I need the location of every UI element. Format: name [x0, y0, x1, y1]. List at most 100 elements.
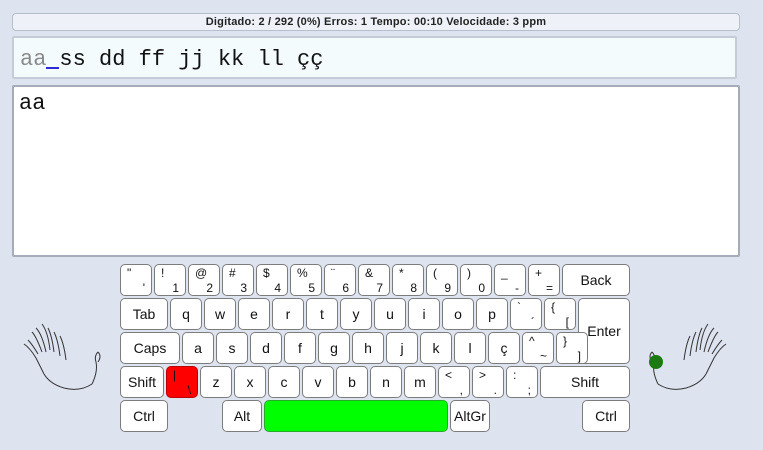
key-q-label: q [182, 306, 190, 322]
left-hand-icon [23, 323, 101, 390]
key-row1-5[interactable]: % 5 [290, 264, 322, 296]
key-row1-6[interactable]: ¨ 6 [324, 264, 356, 296]
key-row3-2[interactable]: d [250, 332, 282, 364]
key-row1-1-bottom-label: 1 [172, 281, 179, 295]
key-c-label: c [280, 374, 288, 390]
tab-key[interactable]: Tab [120, 298, 168, 330]
key-row1-12-bottom-label: = [545, 281, 553, 295]
key-row1-4[interactable]: $4 [256, 264, 288, 296]
key-row3-5-label: h [364, 340, 372, 356]
key-z-label: z [212, 374, 220, 390]
key-row1-8-bottom-label: 8 [410, 281, 417, 295]
key-row1-0[interactable]: " ' [120, 264, 152, 296]
key-e[interactable]: e [238, 298, 270, 330]
status-bar: Digitado: 2 / 292 (0%) Erros: 1 Tempo: 0… [12, 13, 740, 31]
key-row3-3[interactable]: f [284, 332, 316, 364]
key-row1-12[interactable]: + = [528, 264, 560, 296]
key-row3-2-label: d [262, 340, 270, 356]
key-row1-8-top-label: * [399, 266, 404, 280]
key-b-label: b [348, 374, 356, 390]
space-key[interactable] [264, 400, 448, 432]
key-row1-3-bottom-label: 3 [240, 281, 247, 295]
key-row1-2[interactable]: @2 [188, 264, 220, 296]
key-row2b-1[interactable]: {[ [544, 298, 576, 330]
key-row2b-0-top-label: ` [517, 300, 521, 314]
key-n[interactable]: n [370, 366, 402, 398]
alt-key-label: Alt [233, 408, 251, 424]
key-row3-6[interactable]: j [386, 332, 418, 364]
backspace-key[interactable]: Back [562, 264, 630, 296]
key-row3-4[interactable]: g [318, 332, 350, 364]
key-row1-1[interactable]: ! 1 [154, 264, 186, 296]
key-row1-8[interactable]: * 8 [392, 264, 424, 296]
lesson-text: aa ss dd ff jj kk ll çç [12, 36, 737, 79]
key-row1-7[interactable]: & 7 [358, 264, 390, 296]
key-row3-3-label: f [298, 340, 302, 356]
key-row3-4-label: g [330, 340, 338, 356]
key-row4b-2[interactable]: :; [506, 366, 538, 398]
key-y[interactable]: y [340, 298, 372, 330]
ctrl-right-key[interactable]: Ctrl [582, 400, 630, 432]
key-row3b-0-top-label: ^ [529, 334, 535, 348]
key-row3b-0-bottom-label: ~ [539, 349, 547, 363]
key-x[interactable]: x [234, 366, 266, 398]
key-b[interactable]: b [336, 366, 368, 398]
key-v[interactable]: v [302, 366, 334, 398]
key-p[interactable]: p [476, 298, 508, 330]
caps-key[interactable]: Caps [120, 332, 180, 364]
key-q[interactable]: q [170, 298, 202, 330]
key-row3-1[interactable]: s [216, 332, 248, 364]
shift-left-key[interactable]: Shift [120, 366, 164, 398]
key-row1-9[interactable]: (9 [426, 264, 458, 296]
key-row1-5-top-label: % [297, 266, 308, 280]
key-row3b-1-bottom-label: ] [577, 349, 581, 363]
key-row1-7-top-label: & [365, 266, 374, 280]
key-z[interactable]: z [200, 366, 232, 398]
key-i-label: i [422, 306, 426, 322]
key-row1-9-bottom-label: 9 [444, 281, 451, 295]
key-row1-11[interactable]: _ - [494, 264, 526, 296]
key-row3-7[interactable]: k [420, 332, 452, 364]
key-row2b-0-bottom-label: ´ [531, 315, 535, 329]
key-c[interactable]: c [268, 366, 300, 398]
key-o[interactable]: o [442, 298, 474, 330]
key-row4b-1[interactable]: >. [472, 366, 504, 398]
key-row3-7-label: k [432, 340, 440, 356]
key-u[interactable]: u [374, 298, 406, 330]
key-u-label: u [386, 306, 394, 322]
key-w[interactable]: w [204, 298, 236, 330]
key-row3-0[interactable]: a [182, 332, 214, 364]
alt-key[interactable]: Alt [222, 400, 262, 432]
key-row3-1-label: s [228, 340, 236, 356]
key-row2b-0[interactable]: ` ´ [510, 298, 542, 330]
shift-left-key-label: Shift [127, 374, 156, 390]
key-row1-2-top-label: @ [195, 266, 208, 280]
key-row3-9[interactable]: ç [488, 332, 520, 364]
key-row1-6-bottom-label: 6 [342, 281, 349, 295]
key-w-label: w [214, 306, 226, 322]
key-i[interactable]: i [408, 298, 440, 330]
key-row4b-0[interactable]: <, [438, 366, 470, 398]
key-m[interactable]: m [404, 366, 436, 398]
key-row3-8[interactable]: l [454, 332, 486, 364]
key-row3-8-label: l [468, 340, 472, 356]
key-x-label: x [246, 374, 254, 390]
key-row1-10[interactable]: ) 0 [460, 264, 492, 296]
key-t[interactable]: t [306, 298, 338, 330]
key-r[interactable]: r [272, 298, 304, 330]
key-y-label: y [352, 306, 360, 322]
typing-input[interactable] [12, 85, 740, 257]
key-row3b-0[interactable]: ^ ~ [522, 332, 554, 364]
shift-right-key[interactable]: Shift [540, 366, 630, 398]
key-p-label: p [488, 306, 496, 322]
altgr-key[interactable]: AltGr [450, 400, 490, 432]
key-row3b-1[interactable]: }] [556, 332, 588, 364]
key-row3-5[interactable]: h [352, 332, 384, 364]
ctrl-left-key[interactable]: Ctrl [120, 400, 168, 432]
key-pipe[interactable]: | \ [166, 366, 198, 398]
altgr-key-label: AltGr [454, 408, 486, 424]
shift-right-key-label: Shift [570, 374, 599, 390]
key-row1-3[interactable]: #3 [222, 264, 254, 296]
key-pipe-bottom-label: \ [187, 383, 191, 397]
key-row1-11-bottom-label: - [515, 281, 519, 295]
